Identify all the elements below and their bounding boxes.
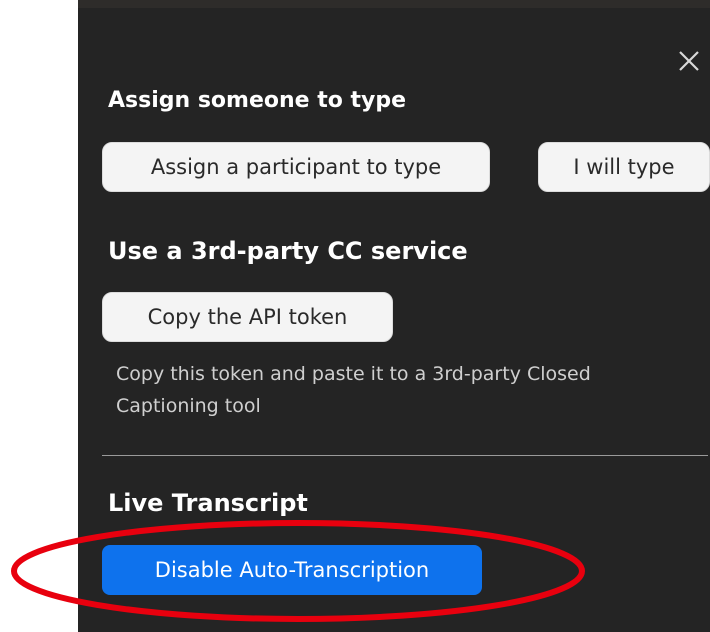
assign-section-heading: Assign someone to type: [108, 88, 407, 113]
assign-participant-button[interactable]: Assign a participant to type: [102, 142, 490, 192]
section-divider: [102, 455, 708, 456]
i-will-type-button[interactable]: I will type: [538, 142, 710, 192]
api-token-description: Copy this token and paste it to a 3rd-pa…: [116, 363, 591, 417]
panel-top-edge: [78, 0, 710, 8]
disable-auto-transcription-button[interactable]: Disable Auto-Transcription: [102, 545, 482, 595]
closed-caption-panel: Assign someone to type Assign a particip…: [78, 0, 710, 632]
third-party-cc-heading: Use a 3rd-party CC service: [108, 237, 468, 265]
live-transcript-heading: Live Transcript: [108, 489, 308, 517]
close-icon[interactable]: [676, 48, 702, 74]
copy-api-token-button[interactable]: Copy the API token: [102, 292, 393, 342]
